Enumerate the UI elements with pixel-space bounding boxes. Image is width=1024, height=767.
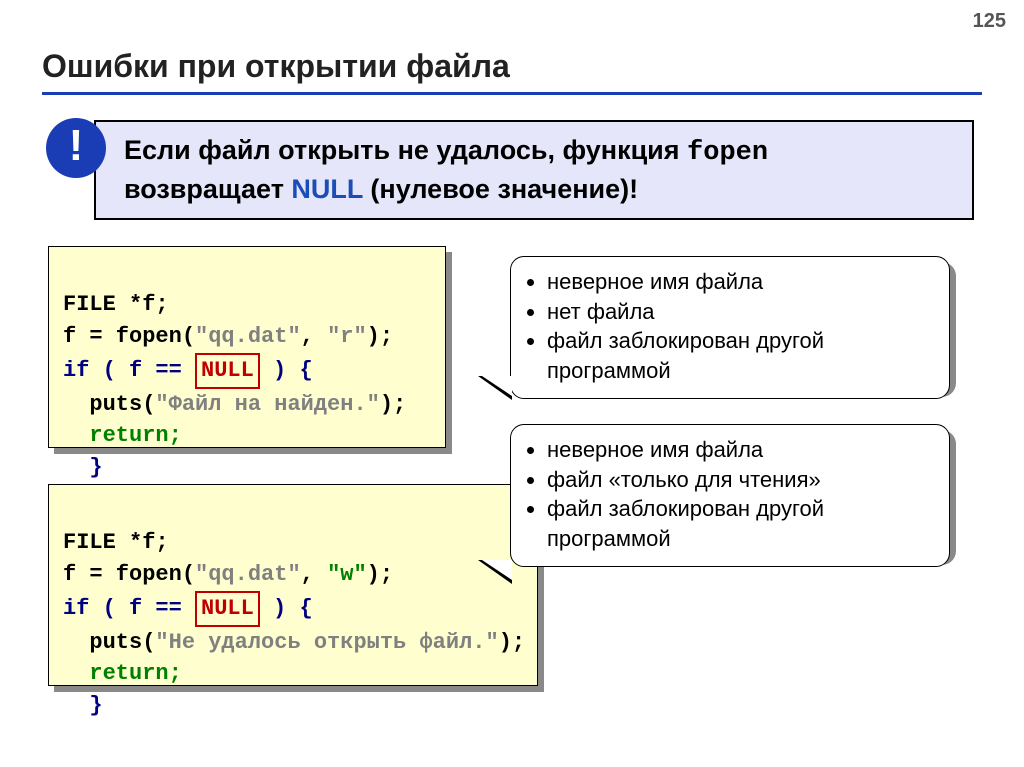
important-callout: Если файл открыть не удалось, функция fo…: [94, 120, 974, 220]
exclamation-icon: !: [46, 118, 106, 178]
callout-text-3: (нулевое значение)!: [363, 174, 638, 204]
c1-l1: FILE *f;: [63, 292, 169, 317]
bubble-write-errors: неверное имя файла файл «только для чтен…: [510, 424, 950, 567]
c1-l2c: ,: [301, 324, 327, 349]
title-rule: [42, 92, 982, 95]
c1-l2a: f = fopen(: [63, 324, 195, 349]
c1-l4c: );: [380, 392, 406, 417]
c2-l2b: "qq.dat": [195, 562, 301, 587]
c1-null-chip: NULL: [195, 353, 260, 389]
c1-l3b: ) {: [260, 358, 313, 383]
c1-l2b: "qq.dat": [195, 324, 301, 349]
b2-item2: файл заблокирован другой программой: [547, 494, 931, 553]
c1-l5: return;: [63, 423, 182, 448]
c2-l4b: "Не удалось открыть файл.": [155, 630, 498, 655]
page-number: 125: [973, 10, 1006, 33]
b2-item0: неверное имя файла: [547, 435, 931, 465]
b1-item2: файл заблокирован другой программой: [547, 326, 931, 385]
c1-l3a: if ( f ==: [63, 358, 195, 383]
c2-l1: FILE *f;: [63, 530, 169, 555]
c1-l4a: puts(: [63, 392, 155, 417]
c1-l2e: );: [367, 324, 393, 349]
c2-l2d: "w": [327, 562, 367, 587]
c2-l3a: if ( f ==: [63, 596, 195, 621]
c1-l6: }: [63, 455, 103, 480]
c1-l2d: "r": [327, 324, 367, 349]
c1-l4b: "Файл на найден.": [155, 392, 379, 417]
c2-l2e: );: [367, 562, 393, 587]
c2-l6: }: [63, 693, 103, 718]
c2-l2c: ,: [301, 562, 327, 587]
bubble1-tail-fill: [482, 376, 512, 396]
b2-item1: файл «только для чтения»: [547, 465, 931, 495]
bubble-read-errors: неверное имя файла нет файла файл заблок…: [510, 256, 950, 399]
c2-l5: return;: [63, 661, 182, 686]
c2-l4c: );: [499, 630, 525, 655]
code-block-write: FILE *f; f = fopen("qq.dat", "w"); if ( …: [48, 484, 538, 686]
callout-null: NULL: [291, 174, 363, 204]
c2-null-chip: NULL: [195, 591, 260, 627]
b1-item0: неверное имя файла: [547, 267, 931, 297]
callout-text-1: Если файл открыть не удалось, функция: [124, 135, 687, 165]
bubble2-tail-fill: [482, 560, 512, 580]
code-block-read: FILE *f; f = fopen("qq.dat", "r"); if ( …: [48, 246, 446, 448]
callout-fopen: fopen: [687, 138, 768, 168]
c2-l3b: ) {: [260, 596, 313, 621]
b1-item1: нет файла: [547, 297, 931, 327]
c2-l2a: f = fopen(: [63, 562, 195, 587]
callout-text-2: возвращает: [124, 174, 291, 204]
slide-title: Ошибки при открытии файла: [42, 48, 510, 85]
c2-l4a: puts(: [63, 630, 155, 655]
